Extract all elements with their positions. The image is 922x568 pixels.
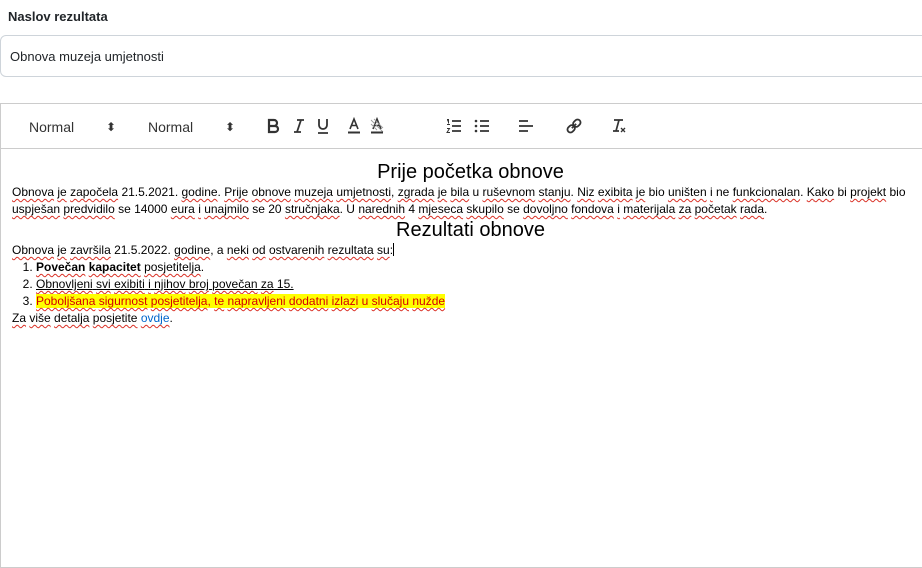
heading-renovation-results: Rezultati obnove: [396, 219, 545, 241]
ordered-list-button[interactable]: [446, 117, 462, 137]
details-link[interactable]: ovdje: [141, 311, 170, 325]
header-picker[interactable]: Normal ⬍: [29, 117, 139, 137]
header-picker-arrow-icon: ⬍: [106, 120, 117, 134]
list-item: Obnovljeni svi exibiti i njihov broj pov…: [36, 276, 922, 293]
list-item: Povečan kapacitet posjetitelja.: [36, 259, 922, 276]
bold-button[interactable]: [266, 117, 280, 137]
size-picker-arrow-icon: ⬍: [225, 120, 236, 134]
title-input[interactable]: [0, 35, 922, 77]
underline-button[interactable]: [316, 117, 330, 137]
editor-toolbar: Normal ⬍ Normal ⬍: [0, 103, 922, 149]
link-button[interactable]: [566, 117, 582, 137]
text-color-button[interactable]: [347, 117, 361, 137]
size-picker-label: Normal: [148, 119, 194, 135]
rich-text-editor[interactable]: Prije početka obnove Obnova je započela …: [0, 148, 922, 568]
bold-icon: [267, 118, 280, 134]
heading-before-renovation: Prije početka obnove: [377, 161, 564, 183]
highlighted-text: Poboljšana sigurnost posjetitelja, te na…: [36, 294, 446, 308]
background-color-button[interactable]: [370, 117, 384, 137]
align-button[interactable]: [518, 117, 534, 137]
bullet-list-icon: [474, 119, 489, 133]
paragraph-before-renovation: Obnova je započela 21.5.2021. godine. Pr…: [12, 185, 906, 216]
paragraph-results-intro: Obnova je završila 21.5.2022. godine, a …: [12, 243, 395, 257]
title-field-label: Naslov rezultata: [8, 9, 108, 24]
bullet-list-button[interactable]: [474, 117, 490, 137]
results-list: Povečan kapacitet posjetitelja. Obnovlje…: [12, 259, 922, 310]
link-icon: [566, 118, 582, 134]
italic-button[interactable]: [292, 117, 306, 137]
paragraph-more-details: Za više detalja posjetite ovdje.: [12, 311, 173, 325]
text-cursor: [393, 243, 395, 256]
size-picker[interactable]: Normal ⬍: [148, 117, 258, 137]
header-picker-label: Normal: [29, 119, 75, 135]
italic-icon: [294, 119, 304, 133]
align-left-icon: [519, 120, 533, 132]
clean-format-button[interactable]: [611, 117, 627, 137]
underline-icon: [318, 119, 328, 134]
text-color-icon: [348, 117, 360, 134]
list-item: Poboljšana sigurnost posjetitelja, te na…: [36, 293, 922, 310]
ordered-list-icon: [446, 119, 461, 133]
clear-format-icon: [613, 119, 626, 133]
background-color-icon: [370, 117, 384, 134]
